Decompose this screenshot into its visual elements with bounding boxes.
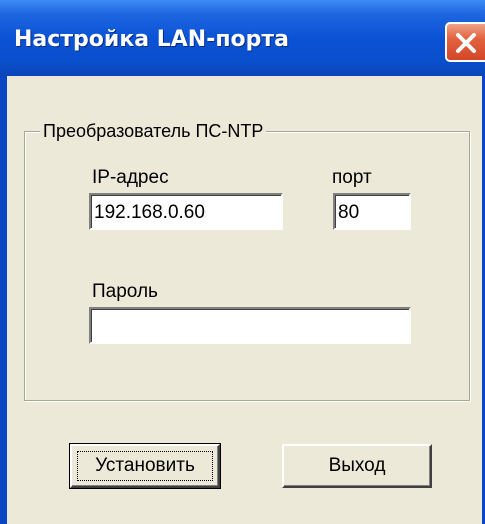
close-icon xyxy=(456,33,476,53)
window-frame-left xyxy=(0,76,7,524)
port-label: порт xyxy=(332,167,372,188)
lan-port-settings-dialog: Настройка LAN-порта Преобразователь ПС-N… xyxy=(0,0,485,524)
port-input[interactable] xyxy=(333,193,411,230)
ip-address-input[interactable] xyxy=(89,193,283,230)
password-input[interactable] xyxy=(89,307,411,344)
close-button[interactable] xyxy=(445,22,485,62)
password-label: Пароль xyxy=(92,281,158,302)
set-button-label: Установить xyxy=(95,455,195,476)
exit-button[interactable]: Выход xyxy=(282,444,432,488)
groupbox-legend: Преобразователь ПС-NTP xyxy=(40,120,267,142)
ip-address-label: IP-адрес xyxy=(92,167,169,188)
set-button[interactable]: Установить xyxy=(69,443,221,489)
exit-button-label: Выход xyxy=(328,455,386,476)
title-bar[interactable]: Настройка LAN-порта xyxy=(0,0,485,76)
converter-groupbox xyxy=(24,131,470,401)
window-title: Настройка LAN-порта xyxy=(14,27,290,52)
